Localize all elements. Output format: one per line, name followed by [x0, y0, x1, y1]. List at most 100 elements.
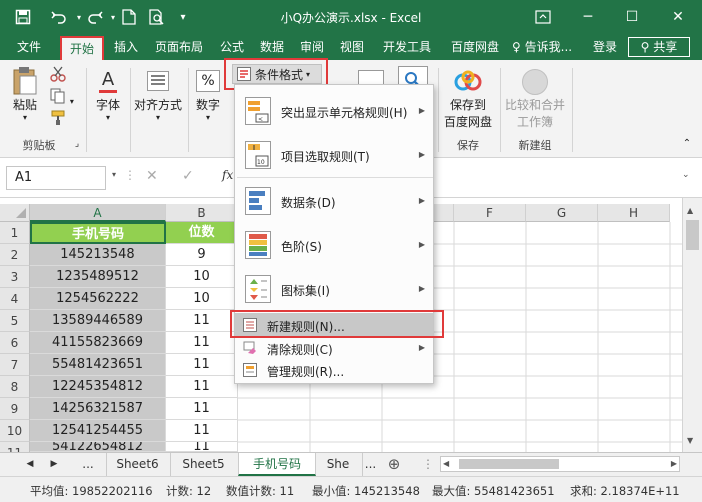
row-header[interactable]: 7 — [0, 354, 30, 376]
paste-dropdown-icon[interactable]: ▾ — [8, 113, 42, 122]
table-cell-digits[interactable]: 9 — [166, 244, 238, 266]
column-header-h[interactable]: H — [598, 204, 670, 222]
ribbon-display-icon[interactable] — [532, 6, 554, 28]
menu-data[interactable]: 数据 — [254, 34, 290, 60]
scroll-left-icon[interactable]: ◀ — [443, 457, 449, 471]
font-button[interactable]: A 字体 ▾ — [92, 66, 124, 122]
copy-icon[interactable]: ▾ — [48, 88, 76, 107]
paste-button[interactable]: 粘贴 ▾ — [8, 66, 42, 122]
table-cell-phone[interactable]: 54122654812 — [30, 442, 166, 452]
cancel-entry-icon[interactable]: ✕ — [146, 168, 158, 184]
scroll-thumb[interactable] — [686, 220, 699, 250]
select-all-corner[interactable] — [0, 204, 30, 222]
menu-item-color-scales[interactable]: 色阶(S) ▶ — [235, 225, 433, 265]
alignment-button[interactable]: 对齐方式 ▾ — [132, 66, 184, 122]
table-cell-phone[interactable]: 12245354812 — [30, 376, 166, 398]
collapse-ribbon-icon[interactable]: ⌃ — [680, 138, 694, 149]
column-header-g[interactable]: G — [526, 204, 598, 222]
menu-item-icon-sets[interactable]: 图标集(I) ▶ — [235, 269, 433, 309]
name-box-dropdown-icon[interactable]: ▾ — [112, 170, 116, 179]
tell-me-box[interactable]: ♀ 告诉我... — [512, 34, 584, 60]
maximize-button[interactable]: ☐ — [610, 2, 654, 32]
menu-baidu-netdisk[interactable]: 百度网盘 — [444, 34, 506, 60]
cell-a1[interactable]: 手机号码 — [30, 222, 166, 244]
tab-more-left[interactable]: ... — [74, 453, 102, 476]
add-sheet-icon[interactable]: ⊕ — [380, 453, 408, 476]
horizontal-scroll-thumb[interactable] — [459, 459, 559, 469]
table-cell-digits[interactable]: 11 — [166, 310, 238, 332]
row-header[interactable]: 8 — [0, 376, 30, 398]
format-painter-icon[interactable] — [48, 110, 68, 129]
horizontal-scrollbar[interactable]: ◀ ▶ — [440, 456, 680, 472]
menu-item-clear-rules[interactable]: 清除规则(C) ▶ — [235, 337, 433, 359]
tab-sheet5[interactable]: Sheet5 — [170, 453, 236, 476]
row-header[interactable]: 1 — [0, 222, 30, 244]
cut-icon[interactable] — [48, 66, 68, 85]
tab-scroll-right-icon[interactable]: ▶ — [46, 453, 62, 476]
tab-more-right[interactable]: ... — [362, 453, 378, 476]
tab-phone-numbers[interactable]: 手机号码 — [238, 453, 316, 476]
row-header[interactable]: 10 — [0, 420, 30, 442]
row-header[interactable]: 9 — [0, 398, 30, 420]
table-cell-digits[interactable]: 11 — [166, 376, 238, 398]
table-cell-digits[interactable]: 10 — [166, 266, 238, 288]
vertical-scrollbar[interactable]: ▲ ▼ — [682, 198, 702, 452]
column-header-f[interactable]: F — [454, 204, 526, 222]
table-cell-digits[interactable]: 11 — [166, 442, 238, 452]
table-cell-digits[interactable]: 11 — [166, 398, 238, 420]
menu-item-top-bottom-rules[interactable]: 10 项目选取规则(T) ▶ — [235, 135, 433, 175]
table-cell-digits[interactable]: 11 — [166, 332, 238, 354]
row-header[interactable]: 6 — [0, 332, 30, 354]
table-cell-phone[interactable]: 41155823669 — [30, 332, 166, 354]
clipboard-launcher-icon[interactable]: ⌟ — [72, 139, 82, 149]
tab-scroll-left-icon[interactable]: ◀ — [22, 453, 38, 476]
menu-home[interactable]: 开始 — [60, 36, 104, 60]
table-cell-phone[interactable]: 12541254455 — [30, 420, 166, 442]
tab-sheet6[interactable]: Sheet6 — [106, 453, 168, 476]
table-cell-phone[interactable]: 1254562222 — [30, 288, 166, 310]
copy-dropdown-icon[interactable]: ▾ — [70, 97, 74, 106]
menu-page-layout[interactable]: 页面布局 — [150, 34, 208, 60]
name-box[interactable]: A1 — [6, 166, 106, 190]
table-cell-digits[interactable]: 10 — [166, 288, 238, 310]
insert-function-icon[interactable]: fx — [222, 168, 233, 182]
login-link[interactable]: 登录 — [588, 34, 622, 60]
menu-item-manage-rules[interactable]: 管理规则(R)... — [235, 359, 433, 381]
table-cell-digits[interactable]: 11 — [166, 420, 238, 442]
menu-developer[interactable]: 开发工具 — [376, 34, 438, 60]
compare-merge-button[interactable]: 比较和合并 工作簿 — [502, 68, 568, 130]
row-header[interactable]: 3 — [0, 266, 30, 288]
close-button[interactable]: ✕ — [656, 2, 700, 32]
column-header-a[interactable]: A — [30, 204, 166, 222]
expand-formula-bar-icon[interactable]: ⌄ — [682, 170, 690, 180]
save-to-baidu-button[interactable]: 保存到 百度网盘 — [440, 68, 496, 130]
number-button[interactable]: % 数字 ▾ — [192, 66, 224, 122]
tab-she[interactable]: She — [318, 453, 358, 476]
menu-review[interactable]: 审阅 — [294, 34, 330, 60]
menu-view[interactable]: 视图 — [334, 34, 370, 60]
scroll-right-icon[interactable]: ▶ — [671, 457, 677, 471]
menu-item-data-bars[interactable]: 数据条(D) ▶ — [235, 181, 433, 221]
row-header[interactable]: 11 — [0, 442, 30, 452]
column-header-b[interactable]: B — [166, 204, 238, 222]
table-cell-phone[interactable]: 55481423651 — [30, 354, 166, 376]
menu-file[interactable]: 文件 — [6, 34, 52, 60]
table-cell-phone[interactable]: 13589446589 — [30, 310, 166, 332]
row-header[interactable]: 2 — [0, 244, 30, 266]
minimize-button[interactable]: ─ — [566, 2, 610, 32]
table-cell-digits[interactable]: 11 — [166, 354, 238, 376]
tab-split-handle-icon[interactable]: ⋮ — [420, 453, 436, 476]
menu-item-highlight-rules[interactable]: < 突出显示单元格规则(H) ▶ — [235, 91, 433, 131]
table-cell-phone[interactable]: 14256321587 — [30, 398, 166, 420]
row-header[interactable]: 4 — [0, 288, 30, 310]
row-header[interactable]: 5 — [0, 310, 30, 332]
scroll-up-icon[interactable]: ▲ — [687, 206, 693, 215]
confirm-entry-icon[interactable]: ✓ — [182, 168, 194, 184]
share-button[interactable]: ⚲ 共享 — [628, 37, 690, 57]
table-cell-phone[interactable]: 1235489512 — [30, 266, 166, 288]
menu-formulas[interactable]: 公式 — [214, 34, 250, 60]
table-cell-phone[interactable]: 145213548 — [30, 244, 166, 266]
menu-insert[interactable]: 插入 — [108, 34, 144, 60]
cell-b1[interactable]: 位数 — [166, 222, 238, 244]
scroll-down-icon[interactable]: ▼ — [687, 436, 693, 445]
